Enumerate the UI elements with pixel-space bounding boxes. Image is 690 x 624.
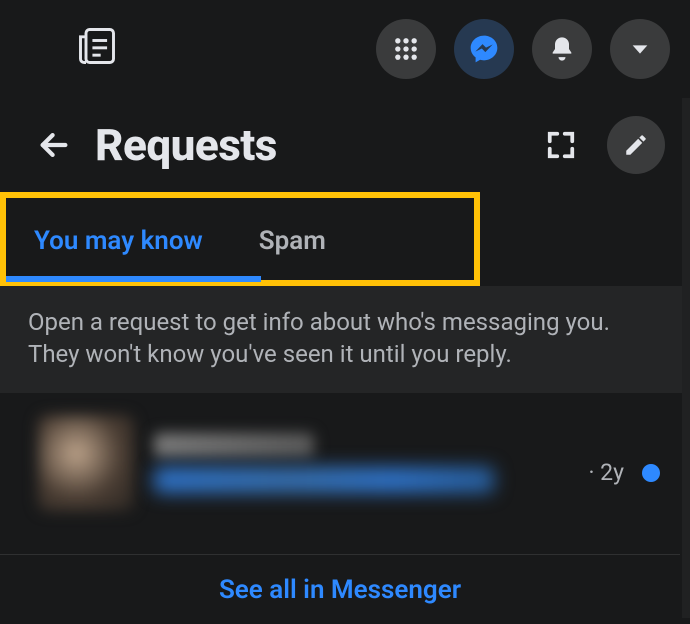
see-all-link[interactable]: See all in Messenger [219, 575, 461, 605]
tab-you-may-know[interactable]: You may know [6, 198, 231, 280]
request-item[interactable]: · 2y [0, 393, 690, 533]
apps-menu-button[interactable] [376, 19, 436, 79]
messenger-button[interactable] [454, 19, 514, 79]
account-menu-button[interactable] [610, 19, 670, 79]
notifications-button[interactable] [532, 19, 592, 79]
tab-spam[interactable]: Spam [231, 198, 354, 280]
tabs: You may know Spam [6, 198, 474, 280]
timestamp: · 2y [588, 459, 624, 486]
request-meta: · 2y [588, 459, 660, 486]
panel-footer: See all in Messenger [0, 554, 680, 624]
unread-dot-icon [642, 464, 660, 482]
expand-button[interactable] [542, 126, 580, 164]
top-nav-right [376, 19, 670, 79]
avatar [38, 415, 134, 511]
request-preview [154, 467, 494, 493]
requester-name [154, 433, 314, 457]
top-nav-left [20, 24, 376, 74]
tabs-highlight: You may know Spam [0, 192, 480, 286]
request-text [154, 433, 568, 493]
panel-header: Requests [0, 98, 690, 192]
scrollbar[interactable] [682, 98, 690, 618]
top-nav [0, 0, 690, 98]
back-button[interactable] [35, 126, 73, 164]
compose-button[interactable] [607, 116, 665, 174]
page-title: Requests [95, 119, 520, 171]
info-banner: Open a request to get info about who's m… [0, 286, 690, 393]
news-feed-icon[interactable] [75, 24, 125, 74]
